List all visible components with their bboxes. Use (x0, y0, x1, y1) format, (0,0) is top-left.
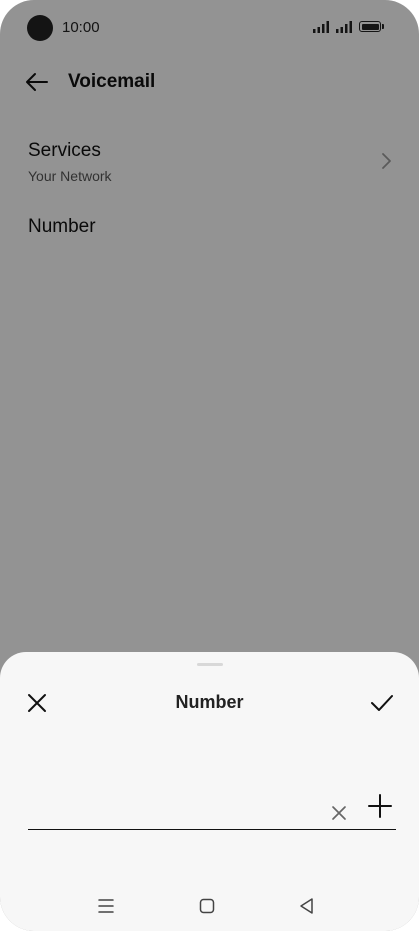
clear-icon[interactable] (330, 804, 348, 822)
number-input[interactable] (28, 792, 318, 822)
menu-icon[interactable] (97, 897, 115, 915)
plus-icon[interactable] (366, 792, 394, 820)
sheet-drag-handle[interactable] (197, 663, 223, 666)
sheet-title: Number (175, 692, 244, 712)
system-nav-bar (0, 892, 419, 920)
number-field[interactable] (28, 784, 396, 830)
number-bottom-sheet: Number (0, 652, 419, 931)
home-icon[interactable] (198, 897, 216, 915)
back-triangle-icon[interactable] (297, 896, 317, 916)
phone-screen: 10:00 Voicemail Services Your Network Nu… (0, 0, 419, 931)
check-icon[interactable] (369, 690, 395, 716)
